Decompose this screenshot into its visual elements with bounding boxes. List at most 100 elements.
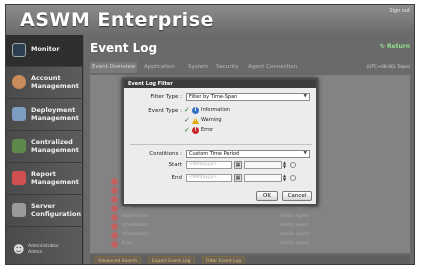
checkmark-icon: ✓ [184,116,190,124]
status-icon [111,214,118,221]
app-header: ASWM Enterprise Sign out [6,5,414,35]
filter-log-button[interactable]: Filter Event Log [202,256,245,264]
row-type: Error [122,241,133,246]
event-type-label-information: Information [201,107,230,113]
sidebar-item-account[interactable]: Account Management [6,67,83,99]
admin-name: Administrator [28,244,59,249]
event-type-error-checkbox[interactable]: ✓ ! Error [184,126,244,135]
sidebar: Monitor Account Management Deployment Ma… [6,35,83,264]
monitor-icon [12,43,26,57]
return-label: Return [386,43,410,50]
calendar-icon[interactable]: ▦ [234,161,242,169]
sidebar-item-label: Centralized Management [31,138,79,154]
dialog-title: Event Log Filter [124,80,316,88]
folder-icon [12,139,26,153]
checkmark-icon: ✓ [184,106,190,114]
admin-user-icon: ☻ [13,243,25,256]
admin-role: Admin [28,249,43,255]
chevron-down-icon: ▼ [303,151,307,156]
sidebar-item-label: Report Management [31,170,79,186]
tab-security[interactable]: Security [214,62,241,73]
tab-bar: Event Overview Application System Securi… [90,62,410,73]
timezone-label: (UTC+08:00) Taipei [366,65,411,70]
table-row[interactable]: Information admin agent [90,231,410,240]
sidebar-item-centralized[interactable]: Centralized Management [6,131,83,163]
event-type-warning-checkbox[interactable]: ✓ ! Warning [184,116,244,125]
sidebar-item-label: Server Configuration [31,202,81,218]
status-icon [111,232,118,239]
row-type: Information [122,214,149,219]
table-row[interactable]: Error admin agent [90,240,410,249]
end-clear-icon[interactable] [290,175,296,181]
info-icon: i [192,107,199,114]
app-window: ASWM Enterprise Sign out Monitor Account… [5,4,415,265]
status-icon [111,178,118,185]
status-icon [111,241,118,248]
event-type-label-warning: Warning [201,117,222,123]
logout-link[interactable]: Sign out [389,8,410,14]
start-time-input[interactable] [244,161,282,169]
start-label: Start [168,162,182,168]
app-logo: ASWM Enterprise [20,9,214,31]
event-type-label-error: Error [201,127,214,133]
status-icon [111,196,118,203]
error-icon: ! [192,127,199,134]
event-type-label: Event Type : [148,108,182,114]
status-icon [111,205,118,212]
tab-application[interactable]: Application [142,62,177,73]
sidebar-item-monitor[interactable]: Monitor [6,35,83,67]
filter-type-select[interactable]: Filter by Time-Span ▼ [186,93,310,101]
sidebar-item-report[interactable]: Report Management [6,163,83,195]
warning-icon: ! [192,117,199,124]
tab-system[interactable]: System [186,62,211,73]
table-row[interactable]: Information admin agent [90,222,410,231]
row-user: admin agent [280,232,309,237]
conditions-select[interactable]: Custom Time Period ▼ [186,150,310,158]
advanced-search-button[interactable]: Advanced Search [94,256,142,264]
user-icon [12,75,26,89]
end-label: End [171,175,182,181]
start-date-input[interactable]: <M/d/yyyy> [186,161,232,169]
start-clear-icon[interactable] [290,162,296,168]
row-user: admin agent [280,241,309,246]
row-user: admin agent [280,223,309,228]
export-log-button[interactable]: Export Event Log [148,256,195,264]
checkmark-icon: ✓ [184,126,190,134]
sidebar-item-deployment[interactable]: Deployment Management [6,99,83,131]
status-icon [111,223,118,230]
row-type: Information [122,232,149,237]
event-log-filter-dialog: Event Log Filter Filter Type : Filter by… [122,78,318,206]
end-time-spinner-icon[interactable]: ▲ ▼ [283,174,288,182]
filter-type-value: Filter by Time-Span [189,94,238,100]
calendar-icon[interactable]: ▦ [234,174,242,182]
report-icon [12,171,26,185]
tab-agent-connection[interactable]: Agent Connection [246,62,299,73]
sidebar-item-label: Account Management [31,74,79,90]
sidebar-item-label: Deployment Management [31,106,79,122]
ok-button[interactable]: OK [256,191,278,201]
sidebar-item-label: Monitor [31,45,60,53]
conditions-label: Conditions : [149,151,182,157]
table-row[interactable]: Information admin agent [90,213,410,222]
row-type: Information [122,223,149,228]
end-time-input[interactable] [244,174,282,182]
tab-event-overview[interactable]: Event Overview [90,62,138,73]
cancel-button[interactable]: Cancel [282,191,312,201]
dialog-divider [130,144,312,145]
return-icon: ↻ [379,43,385,50]
event-type-information-checkbox[interactable]: ✓ i Information [184,106,244,115]
status-icon [111,187,118,194]
sidebar-item-server[interactable]: Server Configuration [6,195,83,227]
deployment-icon [12,107,26,121]
row-user: admin agent [280,214,309,219]
chevron-down-icon: ▼ [303,94,307,99]
conditions-value: Custom Time Period [189,151,240,157]
filter-type-label: Filter Type : [150,94,182,100]
return-button[interactable]: ↻ Return [380,43,410,50]
page-title: Event Log [90,41,158,55]
admin-user[interactable]: ☻ Administrator Admin [6,235,83,264]
end-date-input[interactable]: <M/d/yyyy> [186,174,232,182]
start-time-spinner-icon[interactable]: ▲ ▼ [283,161,288,169]
server-icon [12,203,26,217]
table-footer: Advanced Search Export Event Log Filter … [90,255,410,264]
